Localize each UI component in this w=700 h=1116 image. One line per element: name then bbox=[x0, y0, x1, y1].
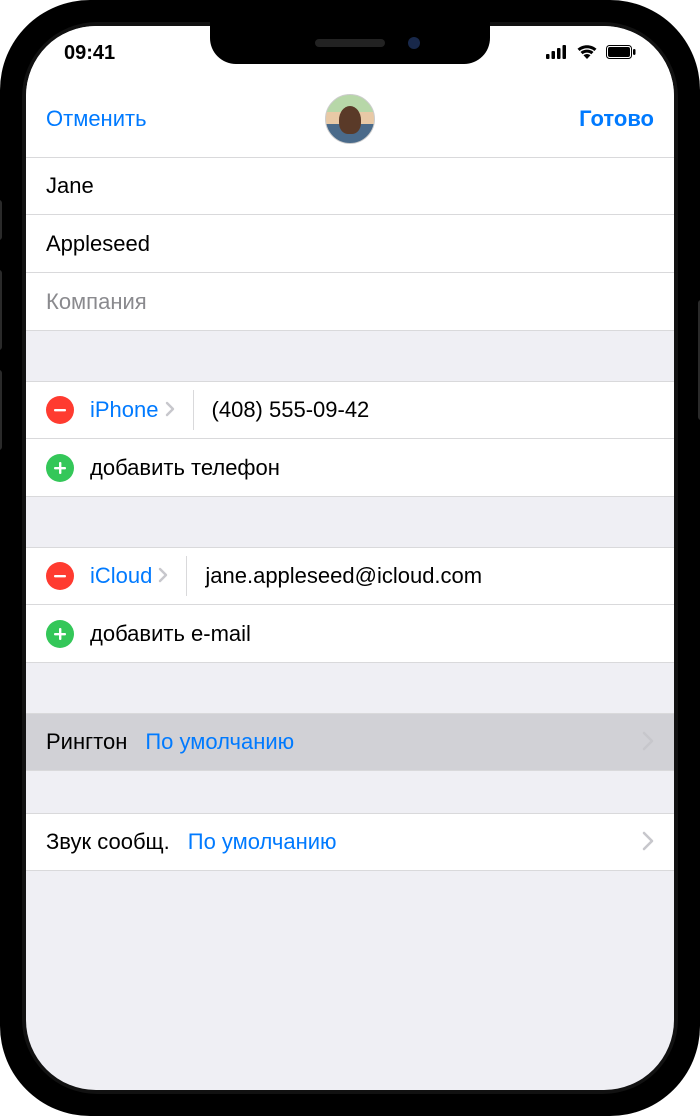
cancel-button[interactable]: Отменить bbox=[46, 106, 147, 132]
phone-value-input[interactable] bbox=[194, 397, 654, 423]
notch bbox=[210, 22, 490, 64]
chevron-right-icon bbox=[158, 563, 168, 589]
speaker-grill bbox=[315, 39, 385, 47]
texttone-row[interactable]: Звук сообщ. По умолчанию bbox=[26, 813, 674, 871]
chevron-right-icon bbox=[165, 397, 175, 423]
status-time: 09:41 bbox=[64, 42, 115, 65]
section-gap bbox=[26, 871, 674, 913]
phone-type-button[interactable]: iPhone bbox=[90, 397, 193, 423]
texttone-value: По умолчанию bbox=[188, 829, 642, 855]
add-email-row[interactable]: добавить e-mail bbox=[26, 605, 674, 663]
section-gap bbox=[26, 771, 674, 813]
screen: 09:41 Отменить Готово bbox=[26, 26, 674, 1090]
add-phone-label: добавить телефон bbox=[90, 455, 280, 481]
email-row: iCloud bbox=[26, 547, 674, 605]
add-email-icon bbox=[46, 620, 74, 648]
mute-switch bbox=[0, 200, 2, 240]
volume-up-button bbox=[0, 270, 2, 350]
device-frame: 09:41 Отменить Готово bbox=[0, 0, 700, 1116]
email-value-input[interactable] bbox=[187, 563, 654, 589]
add-email-label: добавить e-mail bbox=[90, 621, 251, 647]
add-phone-icon bbox=[46, 454, 74, 482]
last-name-row[interactable] bbox=[26, 215, 674, 273]
first-name-row[interactable] bbox=[26, 157, 674, 215]
contact-avatar[interactable] bbox=[325, 94, 375, 144]
ringtone-value: По умолчанию bbox=[145, 729, 642, 755]
email-type-label: iCloud bbox=[90, 563, 152, 589]
ringtone-label: Рингтон bbox=[46, 729, 127, 755]
phone-row: iPhone bbox=[26, 381, 674, 439]
company-input[interactable] bbox=[46, 289, 654, 315]
name-group bbox=[26, 157, 674, 331]
texttone-label: Звук сообщ. bbox=[46, 829, 170, 855]
first-name-input[interactable] bbox=[46, 173, 654, 199]
chevron-right-icon bbox=[642, 727, 654, 758]
section-gap bbox=[26, 331, 674, 381]
add-phone-row[interactable]: добавить телефон bbox=[26, 439, 674, 497]
device-bezel: 09:41 Отменить Готово bbox=[22, 22, 678, 1094]
nav-bar: Отменить Готово bbox=[26, 81, 674, 157]
email-type-button[interactable]: iCloud bbox=[90, 563, 186, 589]
cellular-icon bbox=[546, 42, 568, 65]
last-name-input[interactable] bbox=[46, 231, 654, 257]
phone-group: iPhone добавить телефон bbox=[26, 381, 674, 497]
chevron-right-icon bbox=[642, 827, 654, 858]
front-camera bbox=[408, 37, 420, 49]
phone-type-label: iPhone bbox=[90, 397, 159, 423]
company-row[interactable] bbox=[26, 273, 674, 331]
section-gap bbox=[26, 497, 674, 547]
wifi-icon bbox=[576, 42, 598, 65]
done-button[interactable]: Готово bbox=[579, 106, 654, 132]
volume-down-button bbox=[0, 370, 2, 450]
remove-phone-button[interactable] bbox=[46, 396, 74, 424]
section-gap bbox=[26, 663, 674, 713]
ringtone-row[interactable]: Рингтон По умолчанию bbox=[26, 713, 674, 771]
battery-icon bbox=[606, 42, 636, 65]
remove-email-button[interactable] bbox=[46, 562, 74, 590]
email-group: iCloud добавить e-mail bbox=[26, 547, 674, 663]
